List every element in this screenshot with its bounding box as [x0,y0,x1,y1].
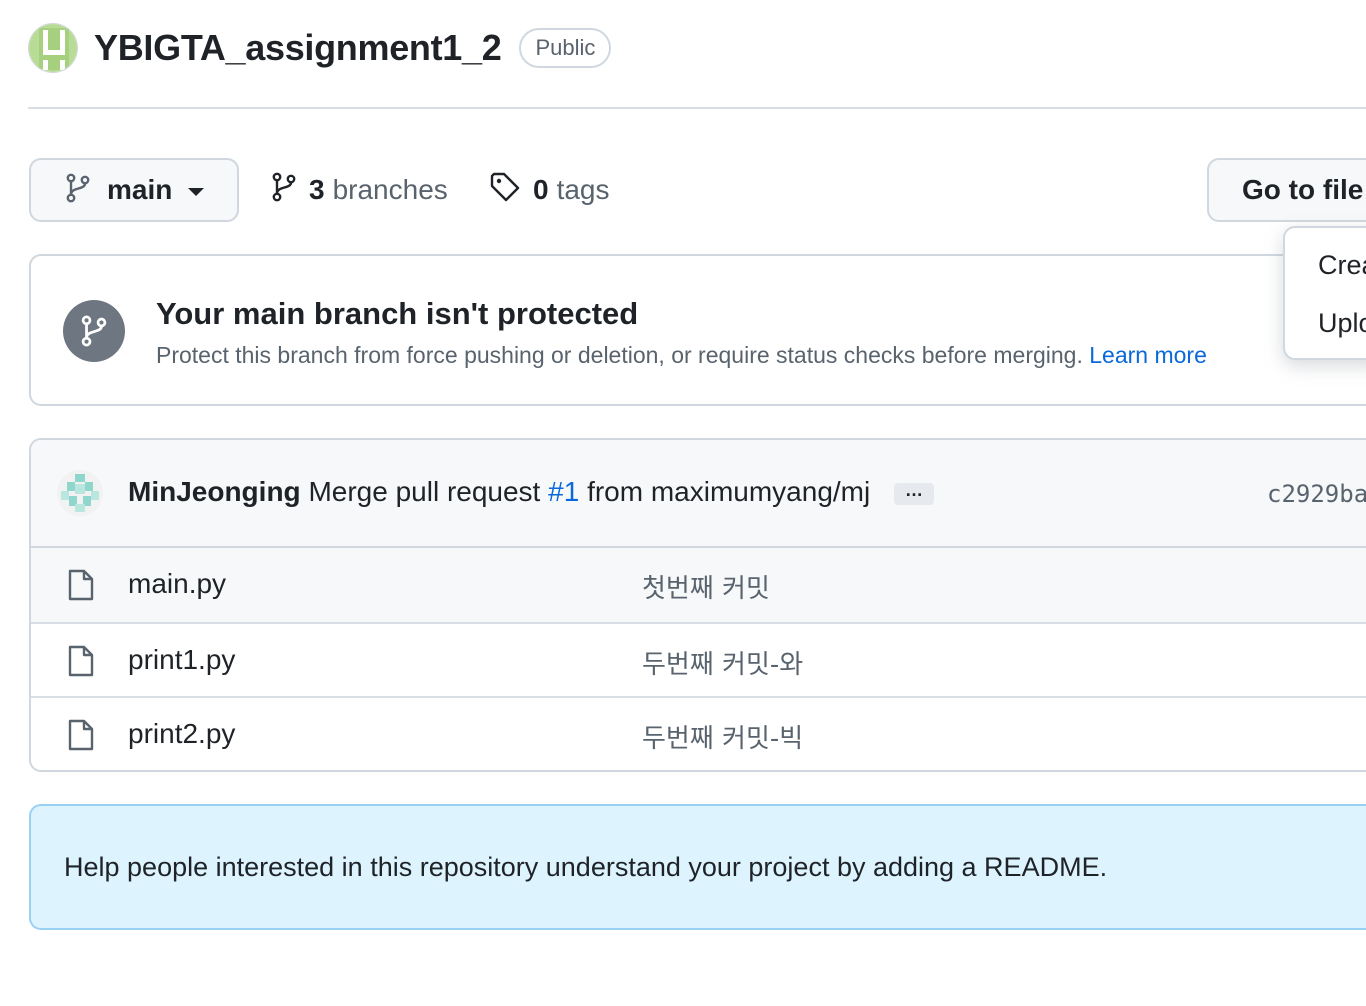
repo-name[interactable]: YBIGTA_assignment1_2 [94,27,502,69]
tags-link[interactable]: 0 tags [489,158,610,222]
current-branch-label: main [107,174,173,205]
file-commit-message[interactable]: 두번째 커밋-빅 [642,718,803,755]
commit-message-suffix[interactable]: from maximumyang/mj [587,476,870,507]
branch-protection-notice: Your main branch isn't protected Protect… [29,254,1366,406]
branch-select-button[interactable]: main [29,158,239,222]
visibility-badge: Public [519,28,612,68]
go-to-file-button[interactable]: Go to file [1207,158,1366,222]
header-divider [28,107,1366,109]
branches-label: branches [332,174,448,205]
branch-icon-badge [63,300,125,362]
menu-item-upload-files[interactable]: Uplo [1318,308,1366,339]
tags-count: 0 [533,174,549,205]
tags-label: tags [556,174,610,205]
latest-commit-bar: MinJeonging Merge pull request #1 from m… [31,440,1366,548]
learn-more-link[interactable]: Learn more [1089,342,1207,368]
file-commit-message[interactable]: 두번째 커밋-와 [642,644,803,681]
add-file-menu: Crea Uplo [1283,226,1366,360]
branches-count: 3 [309,174,325,205]
git-branch-icon [65,173,91,208]
file-row[interactable]: main.py 첫번째 커밋 [31,548,1366,622]
commit-message-prefix[interactable]: Merge pull request [308,476,540,507]
commit-sha[interactable]: c2929ba [1267,480,1366,508]
pull-request-link[interactable]: #1 [548,476,579,507]
repo-toolbar: main 3 branches 0 tags Go to file [29,158,1366,222]
file-row[interactable]: print2.py 두번째 커밋-빅 [31,696,1366,770]
tag-icon [489,171,521,210]
file-name[interactable]: print1.py [128,644,235,676]
commit-message: MinJeonging Merge pull request #1 from m… [128,476,935,508]
file-row[interactable]: print1.py 두번째 커밋-와 [31,622,1366,696]
git-branch-icon [81,315,107,347]
owner-avatar[interactable] [28,23,78,73]
protection-title: Your main branch isn't protected [156,296,639,331]
protection-description-text: Protect this branch from force pushing o… [156,342,1083,368]
file-icon [67,718,95,757]
file-icon [67,644,95,683]
readme-prompt-text: Help people interested in this repositor… [64,852,1108,882]
repo-header: YBIGTA_assignment1_2 Public [28,20,612,76]
protection-description: Protect this branch from force pushing o… [156,342,1207,369]
git-branch-icon [271,172,297,209]
readme-prompt: Help people interested in this repositor… [29,804,1366,930]
expand-commit-button[interactable]: … [894,481,935,505]
file-commit-message[interactable]: 첫번째 커밋 [642,568,770,605]
commit-author-avatar[interactable] [57,470,103,516]
menu-item-create-file[interactable]: Crea [1318,250,1366,281]
commit-author[interactable]: MinJeonging [128,476,301,507]
file-name[interactable]: print2.py [128,718,235,750]
chevron-down-icon [188,188,205,196]
file-browser: MinJeonging Merge pull request #1 from m… [29,438,1366,772]
file-icon [67,568,95,607]
file-name[interactable]: main.py [128,568,226,600]
branches-link[interactable]: 3 branches [271,158,448,222]
